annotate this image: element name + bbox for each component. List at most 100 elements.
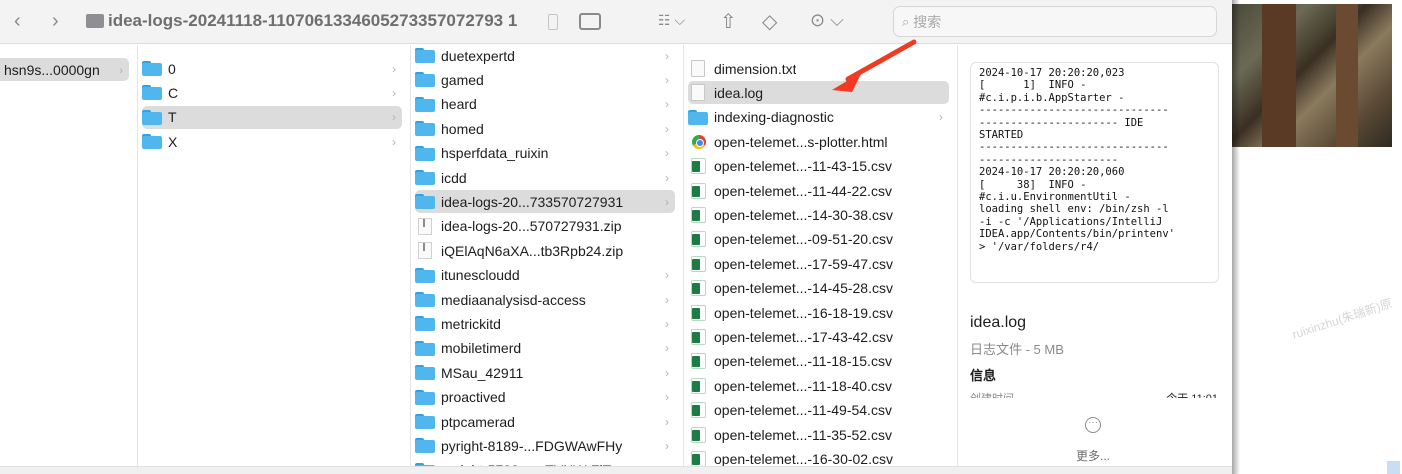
item-label: homed (441, 120, 484, 137)
file-item[interactable]: open-telemet...-11-43-15.csv (688, 155, 949, 178)
file-item[interactable]: open-telemet...-11-18-40.csv (688, 374, 949, 397)
path-folder[interactable]: hsn9s...0000gn › (0, 58, 129, 81)
folder-item[interactable]: hsperfdata_ruixin › (415, 142, 675, 165)
file-item[interactable]: open-telemet...-11-35-52.csv (688, 423, 949, 446)
item-label: hsperfdata_ruixin (441, 145, 549, 162)
csv-icon (691, 377, 706, 394)
folder-title-icon (86, 14, 104, 28)
item-label: ptpcamerad (441, 413, 515, 430)
chevron-right-icon: › (665, 438, 669, 453)
watermark: ruixinzhu(朱瑞新)原 (1290, 296, 1394, 342)
file-item[interactable]: open-telemet...-11-49-54.csv (688, 399, 949, 422)
item-label: dimension.txt (714, 60, 797, 77)
item-label: open-telemet...-17-43-42.csv (714, 328, 893, 345)
file-item[interactable]: dimension.txt (688, 57, 949, 80)
file-item[interactable]: open-telemet...-17-43-42.csv (688, 325, 949, 348)
title-text: idea-logs-20241118-110706133460527335707… (108, 11, 518, 30)
csv-icon (691, 255, 706, 272)
folder-item[interactable]: ptpcamerad › (415, 410, 675, 433)
file-item[interactable]: open-telemet...-14-45-28.csv (688, 277, 949, 300)
file-item[interactable]: iQElAqN6aXA...tb3Rpb24.zip (415, 239, 675, 262)
info-heading: 信息 (970, 368, 997, 383)
file-item[interactable]: idea.log (688, 81, 949, 105)
chevron-right-icon: › (665, 268, 669, 283)
background-window: ruixinzhu(朱瑞新)原 (1232, 0, 1402, 474)
csv-icon (691, 206, 706, 223)
view-toggle-icon[interactable] (548, 14, 558, 30)
chevron-right-icon: › (665, 97, 669, 112)
csv-icon (691, 450, 706, 467)
folder-icon (415, 340, 435, 356)
chevron-left-icon[interactable]: ‹ (14, 11, 21, 31)
chevron-right-icon: › (665, 48, 669, 63)
csv-icon (691, 182, 706, 199)
item-label: open-telemet...-14-45-28.csv (714, 280, 893, 297)
file-item[interactable]: open-telemet...-14-30-38.csv (688, 203, 949, 226)
folder-item[interactable]: MSau_42911 › (415, 361, 675, 384)
chevron-right-icon[interactable]: › (52, 11, 59, 31)
folder-item[interactable]: C › (142, 81, 402, 104)
item-label: pyright-8189-...FDGWAwFHy (441, 437, 623, 454)
gallery-view-icon[interactable] (579, 13, 601, 30)
folder-item[interactable]: mediaanalysisd-access › (415, 288, 675, 311)
zip-icon (418, 217, 432, 235)
folder-item[interactable]: pyright-8189-...FDGWAwFHy › (415, 434, 675, 457)
more-actions-icon[interactable]: ⊙ ⌵ (810, 10, 844, 31)
folder-icon (415, 414, 435, 429)
chevron-right-icon: › (392, 61, 396, 76)
folder-item[interactable]: duetexpertd › (415, 45, 675, 67)
tree-trunk (1262, 4, 1296, 147)
folder-item[interactable]: idea-logs-20...733570727931 › (415, 190, 675, 214)
column-root-letters: 0 › C › T › X › (138, 45, 411, 474)
folder-icon (415, 267, 435, 283)
csv-icon (691, 426, 706, 443)
folder-icon (142, 85, 162, 101)
group-icon[interactable]: ☷ ⌵ (658, 12, 685, 29)
item-label: open-telemet...-11-44-22.csv (714, 182, 892, 199)
folder-item[interactable]: gamed › (415, 68, 675, 91)
share-icon[interactable]: ⇧ (720, 9, 737, 34)
folder-item[interactable]: itunescloudd › (415, 264, 675, 287)
log-preview[interactable]: 2024-10-17 20:20:20,023 [ 1] INFO - #c.i… (970, 62, 1219, 283)
item-label: open-telemet...-11-18-15.csv (714, 353, 892, 370)
file-item[interactable]: open-telemet...-11-44-22.csv (688, 179, 949, 202)
folder-icon (415, 194, 435, 210)
folder-item[interactable]: X › (142, 130, 402, 153)
csv-icon (691, 402, 706, 419)
folder-item[interactable]: homed › (415, 117, 675, 140)
folder-icon (142, 134, 162, 150)
folder-item[interactable]: proactived › (415, 386, 675, 409)
file-item[interactable]: open-telemet...-11-18-15.csv (688, 350, 949, 373)
search-field[interactable]: ⌕ 搜索 (893, 6, 1217, 37)
item-label: open-telemet...-14-30-38.csv (714, 206, 893, 223)
folder-item[interactable]: icdd › (415, 166, 675, 189)
chevron-right-icon: › (665, 121, 669, 136)
folder-item[interactable]: T › (142, 105, 402, 129)
finder-window: ‹ › idea-logs-20241118-11070613346052733… (0, 0, 1232, 474)
folder-item[interactable]: heard › (415, 93, 675, 116)
folder-item[interactable]: mobiletimerd › (415, 337, 675, 360)
path-folder-label: hsn9s...0000gn (4, 61, 100, 78)
status-bar (0, 466, 1232, 474)
more-icon[interactable]: ··· (1085, 417, 1101, 433)
folder-item[interactable]: metrickitd › (415, 312, 675, 335)
more-button[interactable]: 更多... (1076, 447, 1110, 464)
folder-item[interactable]: indexing-diagnostic › (688, 106, 949, 129)
item-label: 0 (168, 60, 176, 77)
zip-icon (418, 242, 432, 260)
doc-icon (691, 60, 705, 77)
file-item[interactable]: open-telemet...s-plotter.html (688, 130, 949, 153)
toolbar: ‹ › idea-logs-20241118-11070613346052733… (0, 0, 1232, 44)
item-label: T (168, 109, 177, 126)
file-item[interactable]: open-telemet...-17-59-47.csv (688, 252, 949, 275)
file-item[interactable]: open-telemet...-09-51-20.csv (688, 228, 949, 251)
item-label: open-telemet...-17-59-47.csv (714, 255, 893, 272)
tag-icon[interactable]: ◇ (762, 9, 777, 34)
file-item[interactable]: open-telemet...-16-18-19.csv (688, 301, 949, 324)
background-accent (1387, 461, 1400, 474)
csv-icon (691, 304, 706, 321)
item-label: gamed (441, 71, 484, 88)
csv-icon (691, 158, 706, 175)
file-item[interactable]: idea-logs-20...570727931.zip (415, 215, 675, 238)
folder-item[interactable]: 0 › (142, 57, 402, 80)
